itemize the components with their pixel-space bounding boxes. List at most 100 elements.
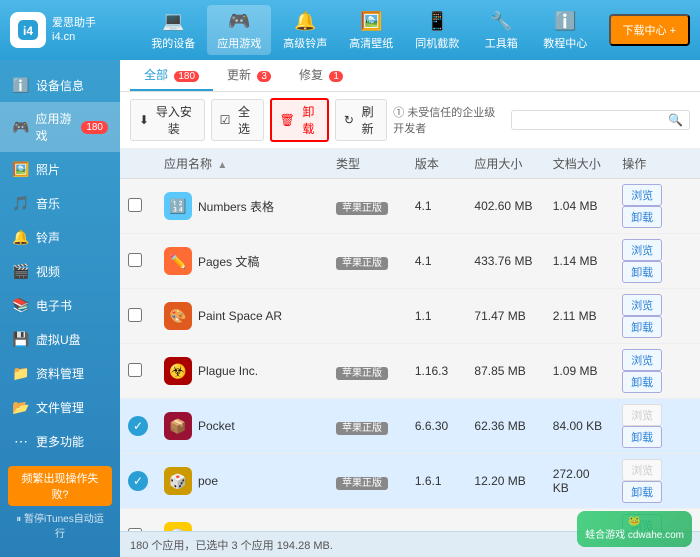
- tutorial-icon: ℹ️: [553, 9, 577, 33]
- row-checkbox[interactable]: [128, 253, 142, 267]
- doc-size: 1.04 MB: [545, 179, 614, 234]
- sidebar-item-app-game[interactable]: 🎮 应用游戏 180: [0, 102, 120, 152]
- app-version: 4.1: [407, 234, 467, 289]
- doc-size: 2.11 MB: [545, 289, 614, 344]
- sidebar-item-photos[interactable]: 🖼️ 照片: [0, 152, 120, 186]
- uninstall-row-button[interactable]: 卸载: [622, 261, 662, 283]
- action-cell: 浏览 卸载: [614, 289, 700, 344]
- app-size: 402.60 MB: [466, 179, 544, 234]
- app-type: 苹果正版: [328, 399, 407, 454]
- search-box: 🔍: [511, 110, 690, 130]
- bell-icon: 🔔: [12, 228, 30, 246]
- type-badge: 苹果正版: [336, 257, 388, 270]
- trust-text: ① 未受信任的企业级开发者: [393, 104, 505, 136]
- sidebar-item-file-mgmt[interactable]: 📂 文件管理: [0, 390, 120, 424]
- toolbar-right: ① 未受信任的企业级开发者 🔍: [393, 104, 690, 136]
- app-icon: 🎲: [164, 467, 192, 495]
- nav-tools[interactable]: 🔧 工具箱: [471, 5, 531, 55]
- app-type: [328, 289, 407, 344]
- table-row: ✓ 🎲 poe 苹果正版1.6.112.20 MB272.00 KB 浏览 卸载: [120, 454, 700, 509]
- uninstall-row-button[interactable]: 卸载: [622, 371, 662, 393]
- app-name: Pocket: [198, 419, 235, 433]
- main-layout: ℹ️ 设备信息 🎮 应用游戏 180 🖼️ 照片 🎵 音乐 🔔 铃声 🎬 视频 …: [0, 60, 700, 557]
- sidebar-bottom: 频繁出现操作失败? ⏸ 暂停iTunes自动运行: [0, 458, 120, 552]
- sidebar-item-device-info[interactable]: ℹ️ 设备信息: [0, 68, 120, 102]
- browse-button[interactable]: 浏览: [622, 294, 662, 316]
- uninstall-row-button[interactable]: 卸载: [622, 481, 662, 503]
- music-icon: 🎵: [12, 194, 30, 212]
- game-icon: 🎮: [12, 118, 29, 136]
- app-version: 1.16.3: [407, 344, 467, 399]
- doc-size: 1.09 MB: [545, 344, 614, 399]
- sidebar-item-video[interactable]: 🎬 视频: [0, 254, 120, 288]
- select-all-button[interactable]: ☑ 全选: [211, 99, 264, 141]
- checkbox-checked[interactable]: ✓: [128, 416, 148, 436]
- app-version: 1.1: [407, 289, 467, 344]
- browse-button[interactable]: 浏览: [622, 239, 662, 261]
- download-button[interactable]: 下载中心 +: [609, 14, 690, 46]
- uninstall-row-button[interactable]: 卸载: [622, 426, 662, 448]
- type-badge: 苹果正版: [336, 422, 388, 435]
- error-button[interactable]: 频繁出现操作失败?: [8, 466, 112, 506]
- tab-backup-badge: 1: [329, 71, 343, 82]
- browse-button[interactable]: 浏览: [622, 184, 662, 206]
- tab-update[interactable]: 更新 3: [213, 60, 285, 91]
- app-version: 1.6.1: [407, 454, 467, 509]
- more-icon: ⋯: [12, 432, 30, 450]
- sidebar-item-ringtone[interactable]: 🔔 铃声: [0, 220, 120, 254]
- table-row: ☣️ Plague Inc. 苹果正版1.16.387.85 MB1.09 MB…: [120, 344, 700, 399]
- tab-all-badge: 180: [174, 71, 199, 82]
- checkbox-checked[interactable]: ✓: [128, 471, 148, 491]
- sidebar-item-music[interactable]: 🎵 音乐: [0, 186, 120, 220]
- folder-icon: 📁: [12, 364, 30, 382]
- sidebar-item-ebook[interactable]: 📚 电子书: [0, 288, 120, 322]
- row-checkbox[interactable]: [128, 308, 142, 322]
- nav-ringtone[interactable]: 🔔 高级铃声: [273, 5, 337, 55]
- app-type: 苹果正版: [328, 234, 407, 289]
- photos-icon: 🖼️: [12, 160, 30, 178]
- nav-my-device[interactable]: 💻 我的设备: [141, 5, 205, 55]
- sidebar-item-data-mgmt[interactable]: 📁 资料管理: [0, 356, 120, 390]
- app-type: 苹果正版: [328, 454, 407, 509]
- action-cell: 浏览 卸载: [614, 344, 700, 399]
- app-icon: ✏️: [164, 247, 192, 275]
- files-icon: 📂: [12, 398, 30, 416]
- nav-app-game[interactable]: 🎮 应用游戏: [207, 5, 271, 55]
- app-icon: 🔢: [164, 192, 192, 220]
- table-row: ✏️ Pages 文稿 苹果正版4.1433.76 MB1.14 MB 浏览 卸…: [120, 234, 700, 289]
- doc-size: 84.00 KB: [545, 399, 614, 454]
- nav-tutorial[interactable]: ℹ️ 教程中心: [533, 5, 597, 55]
- action-cell: 浏览 卸载: [614, 399, 700, 454]
- svg-text:i4: i4: [23, 24, 33, 38]
- import-install-button[interactable]: ⬇ 导入安装: [130, 99, 205, 141]
- ringtone-icon: 🔔: [293, 9, 317, 33]
- watermark: 🐸 蛙合游戏 cdwahe.com: [577, 511, 692, 547]
- row-checkbox[interactable]: [128, 198, 142, 212]
- nav-same-screen[interactable]: 📱 同机截款: [405, 5, 469, 55]
- col-version-header: 版本: [407, 149, 467, 179]
- table-header-row: 应用名称 ▲ 类型 版本 应用大小 文档大小 操作: [120, 149, 700, 179]
- uninstall-row-button[interactable]: 卸载: [622, 316, 662, 338]
- video-icon: 🎬: [12, 262, 30, 280]
- search-input[interactable]: [518, 113, 668, 127]
- app-size: 71.47 MB: [466, 289, 544, 344]
- search-icon: 🔍: [668, 113, 683, 127]
- nav-wallpaper[interactable]: 🖼️ 高清壁纸: [339, 5, 403, 55]
- refresh-button[interactable]: ↻ 刷新: [335, 99, 387, 141]
- app-table: 应用名称 ▲ 类型 版本 应用大小 文档大小 操作 🔢 Numbers 表格 苹…: [120, 149, 700, 531]
- app-version: 6.6.30: [407, 399, 467, 454]
- sidebar-item-virtual-u[interactable]: 💾 虚拟U盘: [0, 322, 120, 356]
- tab-all[interactable]: 全部 180: [130, 60, 213, 91]
- row-checkbox[interactable]: [128, 363, 142, 377]
- info-icon: ℹ️: [12, 76, 30, 94]
- col-type-header: 类型: [328, 149, 407, 179]
- app-icon: ⚪: [164, 522, 192, 531]
- tools-icon: 🔧: [489, 9, 513, 33]
- app-name: Numbers 表格: [198, 198, 274, 215]
- sidebar-item-more[interactable]: ⋯ 更多功能: [0, 424, 120, 458]
- refresh-icon: ↻: [344, 113, 354, 127]
- tab-backup[interactable]: 修复 1: [285, 60, 357, 91]
- uninstall-button[interactable]: 🗑 卸载: [270, 98, 329, 142]
- browse-button[interactable]: 浏览: [622, 349, 662, 371]
- uninstall-row-button[interactable]: 卸载: [622, 206, 662, 228]
